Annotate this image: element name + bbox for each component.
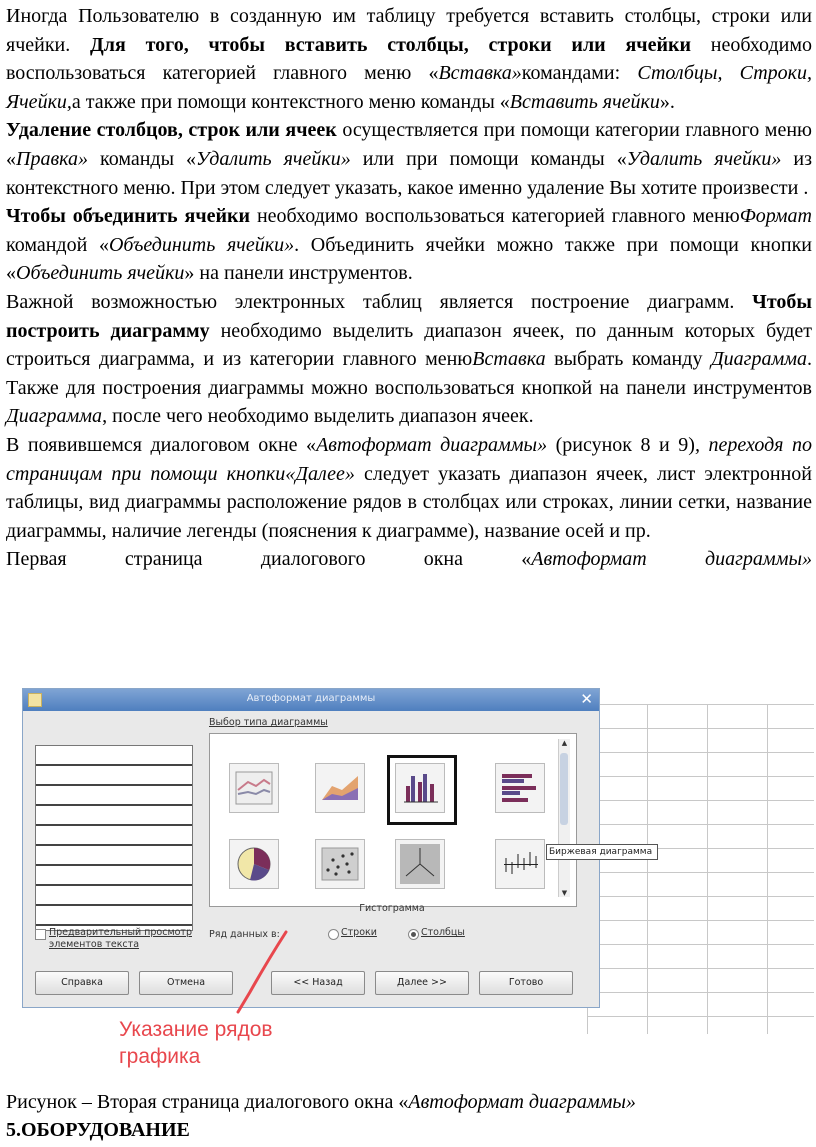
text-run: В появившемся диалоговом окне « <box>6 433 317 456</box>
italic-run: Правка» <box>16 147 88 170</box>
text-run: необходимо воспользоваться категорией гл… <box>250 205 740 228</box>
text-run: команды « <box>87 147 197 170</box>
bold-run: Удаление столбцов, строк или ячеек <box>6 119 337 142</box>
italic-run: Автоформат диаграммы» <box>316 433 548 456</box>
text-run: или при помощи команды « <box>350 147 627 170</box>
italic-run: «Далее» <box>285 462 355 485</box>
bold-run: Чтобы объединить ячейки <box>6 205 251 228</box>
paragraph-diagram: Важной возможностью электронных таблиц я… <box>6 288 812 431</box>
text-run: » на панели инструментов. <box>184 262 413 285</box>
document-body: Иногда Пользователю в созданную им табли… <box>6 2 812 574</box>
text-run: Первая страница диалогового окна « <box>6 548 532 571</box>
annotation-text: Указание рядов графика <box>119 1016 273 1070</box>
italic-run: Вставка <box>472 348 546 371</box>
bold-run: Для того, чтобы вставить столбцы, строки… <box>90 33 692 56</box>
figure-caption: Рисунок – Вторая страница диалогового ок… <box>6 1089 636 1115</box>
text-run: Важной возможностью электронных таблиц я… <box>6 290 753 313</box>
text-run: Рисунок – Вторая страница диалогового ок… <box>6 1091 409 1113</box>
annotation-line: графика <box>119 1045 201 1068</box>
italic-run: Автоформат диаграммы» <box>408 1091 636 1113</box>
italic-run: Вставка» <box>438 62 522 85</box>
text-run: (рисунок 8 и 9) <box>547 433 695 456</box>
annotation-line: Указание рядов <box>119 1018 273 1041</box>
text-run: командами: <box>521 62 638 85</box>
paragraph-merge: Чтобы объединить ячейки необходимо воспо… <box>6 202 812 288</box>
paragraph-delete: Удаление столбцов, строк или ячеек осуще… <box>6 116 812 202</box>
paragraph-autoformat: В появившемся диалоговом окне «Автоформа… <box>6 431 812 545</box>
text-run: , после чего необходимо выделить диапазо… <box>102 405 534 428</box>
paragraph-first-page: Первая страница диалогового окна «Автофо… <box>6 545 812 574</box>
paragraph-insert: Иногда Пользователю в созданную им табли… <box>6 2 812 116</box>
text-run: выбрать команду <box>545 348 711 371</box>
text-run: командой « <box>6 233 109 256</box>
text-run: ». <box>659 90 675 113</box>
italic-run: Объединить ячейки <box>16 262 185 285</box>
italic-run: Удалить ячейки» <box>626 147 782 170</box>
italic-run: Автоформат диаграммы» <box>531 548 813 571</box>
italic-run: Формат <box>739 205 812 228</box>
italic-run: Диаграмма <box>6 405 103 428</box>
italic-run: Вставить ячейки <box>509 90 660 113</box>
italic-run: Объединить ячейки» <box>108 233 295 256</box>
figure-dialog-screenshot: Автоформат диаграммы ✕ Выбор типа диагра… <box>22 688 814 1073</box>
text-run: а также при помощи контекстного меню ком… <box>71 90 510 113</box>
italic-run: Удалить ячейки» <box>196 147 351 170</box>
section-heading: 5.ОБОРУДОВАНИЕ <box>6 1119 190 1141</box>
italic-run: Диаграмма <box>710 348 807 371</box>
